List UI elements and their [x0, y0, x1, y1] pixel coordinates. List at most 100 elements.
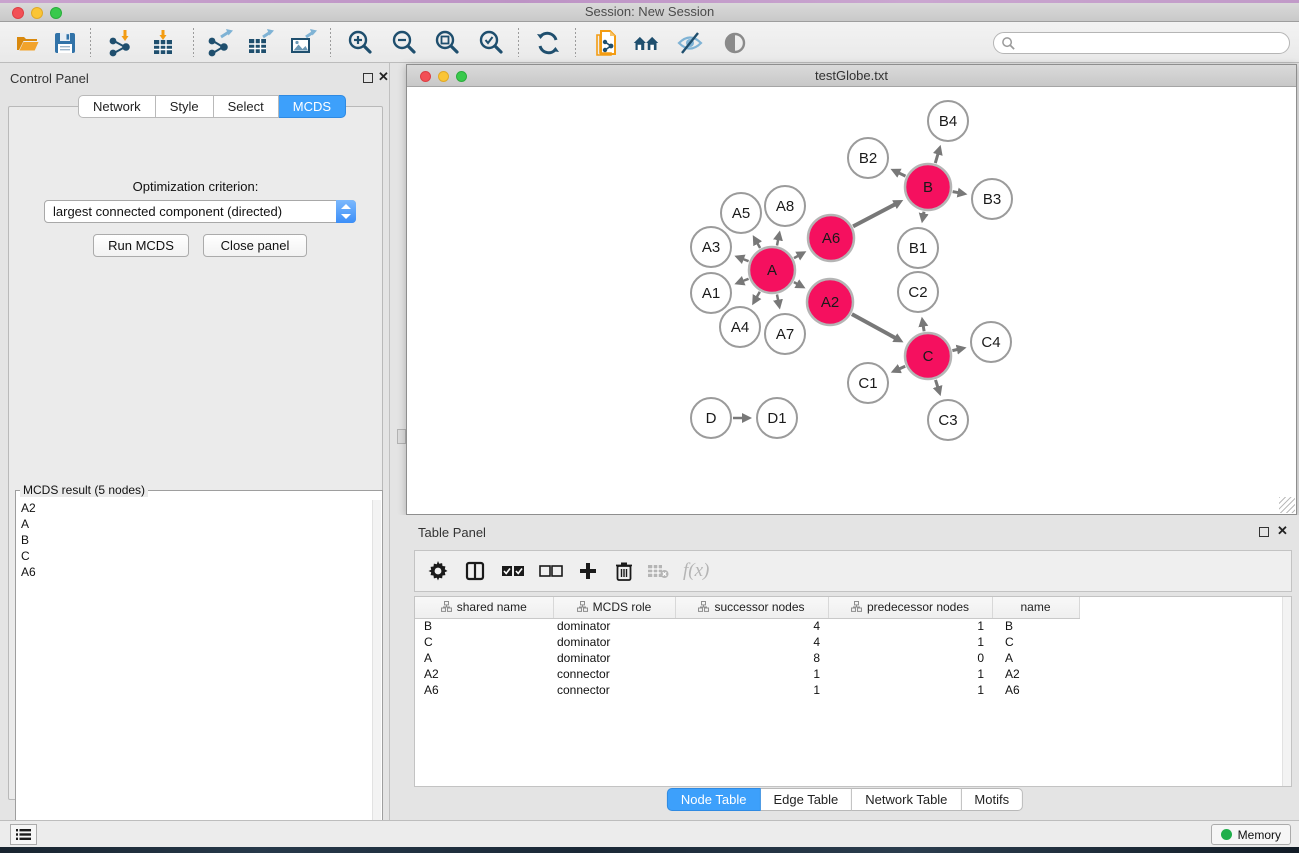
- list-item[interactable]: A6: [17, 564, 372, 580]
- graph-edge-C-C1[interactable]: [899, 366, 905, 369]
- tab-motifs[interactable]: Motifs: [961, 788, 1023, 811]
- show-columns-button[interactable]: [465, 556, 485, 586]
- graph-edge-B-B4[interactable]: [935, 154, 938, 164]
- network-canvas[interactable]: B4B2BB3A5A8A6A3AB1A1A2C2A4A7C4CC1DD1C3: [407, 87, 1296, 514]
- graph-edge-A-A5[interactable]: [757, 243, 760, 248]
- criterion-dropdown[interactable]: largest connected component (directed): [44, 200, 356, 223]
- tab-mcds[interactable]: MCDS: [279, 95, 346, 118]
- table-cell[interactable]: 1: [828, 666, 992, 682]
- list-item[interactable]: A2: [17, 500, 372, 516]
- hide-selection-button[interactable]: [676, 29, 704, 57]
- table-cell[interactable]: 8: [675, 650, 828, 666]
- create-column-button[interactable]: [579, 556, 597, 586]
- graph-edge-C-C4[interactable]: [952, 349, 957, 350]
- zoom-out-button[interactable]: [391, 29, 419, 57]
- task-history-button[interactable]: [10, 824, 37, 845]
- table-cell[interactable]: 1: [675, 682, 828, 698]
- export-table-button[interactable]: [246, 29, 274, 57]
- table-row[interactable]: A6connector11A6: [415, 682, 1079, 698]
- table-cell[interactable]: 1: [828, 634, 992, 650]
- open-file-button[interactable]: [14, 29, 42, 57]
- table-float-panel-icon[interactable]: [1259, 527, 1269, 537]
- window-resize-grip[interactable]: [1279, 497, 1295, 513]
- export-image-button[interactable]: [289, 29, 317, 57]
- float-panel-icon[interactable]: [363, 73, 373, 83]
- table-scrollbar[interactable]: [1282, 597, 1291, 786]
- table-cell[interactable]: B: [992, 618, 1079, 634]
- delete-column-button[interactable]: [615, 556, 633, 586]
- list-item[interactable]: C: [17, 548, 372, 564]
- table-row[interactable]: A2connector11A2: [415, 666, 1079, 682]
- table-cell[interactable]: dominator: [553, 650, 675, 666]
- graph-edge-A-A8[interactable]: [777, 239, 778, 245]
- table-cell[interactable]: A: [992, 650, 1079, 666]
- graph-edge-C-C2[interactable]: [923, 326, 924, 332]
- new-network-from-selection-button[interactable]: [592, 29, 620, 57]
- first-neighbors-button[interactable]: [632, 29, 660, 57]
- column-header-mcds-role[interactable]: MCDS role: [553, 597, 675, 618]
- table-cell[interactable]: 1: [828, 618, 992, 634]
- zoom-in-button[interactable]: [347, 29, 375, 57]
- graph-edge-A6-B[interactable]: [853, 204, 895, 226]
- table-cell[interactable]: 0: [828, 650, 992, 666]
- table-cell[interactable]: A6: [415, 682, 553, 698]
- graph-edge-B-B3[interactable]: [953, 192, 959, 193]
- mcds-list-scrollbar[interactable]: [372, 500, 381, 840]
- table-cell[interactable]: C: [992, 634, 1079, 650]
- table-cell[interactable]: 1: [828, 682, 992, 698]
- table-cell[interactable]: dominator: [553, 634, 675, 650]
- table-row[interactable]: Cdominator41C: [415, 634, 1079, 650]
- search-field[interactable]: [993, 32, 1290, 54]
- show-all-button[interactable]: [721, 29, 749, 57]
- close-panel-button[interactable]: Close panel: [203, 234, 307, 257]
- mcds-result-list[interactable]: A2ABCA6: [17, 500, 372, 840]
- graph-edge-A-A4[interactable]: [757, 292, 760, 298]
- search-input[interactable]: [1016, 34, 1289, 52]
- list-item[interactable]: A: [17, 516, 372, 532]
- refresh-layout-button[interactable]: [534, 29, 562, 57]
- unselect-all-columns-button[interactable]: [539, 556, 563, 586]
- graph-edge-C-C3[interactable]: [936, 380, 938, 388]
- table-cell[interactable]: C: [415, 634, 553, 650]
- import-table-button[interactable]: [150, 29, 178, 57]
- table-row[interactable]: Bdominator41B: [415, 618, 1079, 634]
- table-cell[interactable]: A2: [415, 666, 553, 682]
- column-header-predecessor-nodes[interactable]: predecessor nodes: [828, 597, 992, 618]
- close-panel-icon[interactable]: ✕: [378, 69, 389, 85]
- table-cell[interactable]: A6: [992, 682, 1079, 698]
- graph-edge-A-A6[interactable]: [794, 256, 799, 259]
- column-header-shared-name[interactable]: shared name: [415, 597, 553, 618]
- table-close-panel-icon[interactable]: ✕: [1277, 523, 1288, 539]
- run-mcds-button[interactable]: Run MCDS: [93, 234, 189, 257]
- table-cell[interactable]: A: [415, 650, 553, 666]
- table-row[interactable]: Adominator80A: [415, 650, 1079, 666]
- table-cell[interactable]: dominator: [553, 618, 675, 634]
- graph-edge-B-B1[interactable]: [924, 212, 925, 215]
- column-header-successor-nodes[interactable]: successor nodes: [675, 597, 828, 618]
- main-titlebar[interactable]: Session: New Session: [0, 0, 1299, 22]
- zoom-fit-button[interactable]: [434, 29, 462, 57]
- tab-network[interactable]: Network: [78, 95, 156, 118]
- graph-edge-B-B2[interactable]: [899, 173, 906, 176]
- graph-edge-A-A7[interactable]: [777, 295, 778, 301]
- tab-select[interactable]: Select: [214, 95, 279, 118]
- zoom-selected-button[interactable]: [478, 29, 506, 57]
- graph-edge-A-A3[interactable]: [743, 259, 749, 261]
- column-header-name[interactable]: name: [992, 597, 1079, 618]
- network-window-titlebar[interactable]: testGlobe.txt: [407, 65, 1296, 87]
- select-all-columns-button[interactable]: [501, 556, 525, 586]
- table-cell[interactable]: 4: [675, 618, 828, 634]
- save-session-button[interactable]: [51, 29, 79, 57]
- table-cell[interactable]: B: [415, 618, 553, 634]
- table-cell[interactable]: connector: [553, 666, 675, 682]
- graph-edge-A2-C[interactable]: [852, 314, 896, 338]
- memory-button[interactable]: Memory: [1211, 824, 1291, 845]
- tab-node-table[interactable]: Node Table: [667, 788, 761, 811]
- table-cell[interactable]: connector: [553, 682, 675, 698]
- tab-edge-table[interactable]: Edge Table: [760, 788, 852, 811]
- tab-network-table[interactable]: Network Table: [852, 788, 961, 811]
- export-network-button[interactable]: [206, 29, 234, 57]
- graph-edge-A-A2[interactable]: [794, 282, 798, 284]
- table-cell[interactable]: 1: [675, 666, 828, 682]
- table-cell[interactable]: 4: [675, 634, 828, 650]
